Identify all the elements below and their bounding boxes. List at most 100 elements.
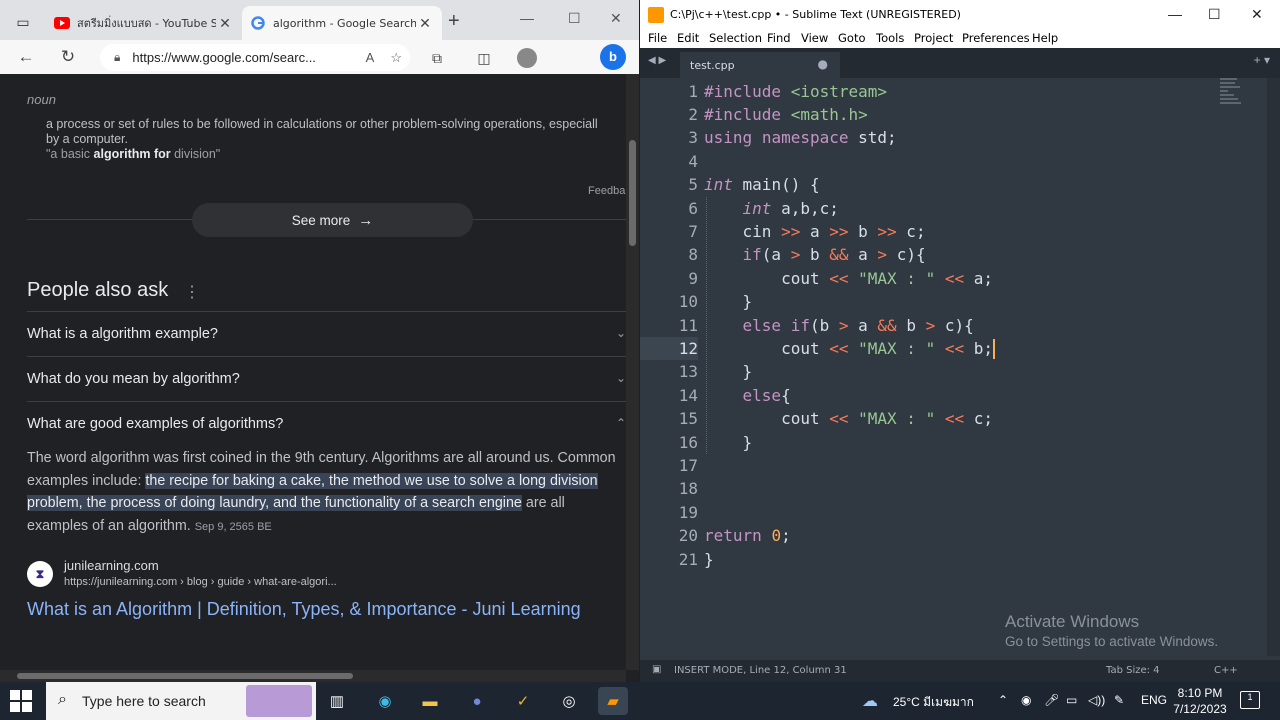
line-number: 21 xyxy=(678,549,698,569)
tab-google-search[interactable]: algorithm - Google Search ✕ xyxy=(242,6,442,40)
chevron-up-icon[interactable]: ⌃ xyxy=(998,693,1008,707)
code-line[interactable]: else{ xyxy=(704,384,791,407)
scrollbar-thumb[interactable] xyxy=(629,140,636,246)
profile-avatar[interactable] xyxy=(517,48,537,68)
spreadsheet-app-icon[interactable]: ✓ xyxy=(508,687,538,715)
code-line[interactable]: } xyxy=(704,548,714,571)
feedback-link[interactable]: Feedba xyxy=(588,185,625,197)
tab-youtube[interactable]: สตรีมมิ่งแบบสด - YouTube Stu ✕ xyxy=(46,6,242,40)
url-input[interactable]: 🔒︎ https://www.google.com/searc... A ☆ xyxy=(100,44,410,71)
read-aloud-icon[interactable]: A xyxy=(366,50,375,65)
line-number: 16 xyxy=(678,432,698,452)
code-line[interactable]: int a,b,c; xyxy=(704,197,839,220)
status-bar: ▣ INSERT MODE, Line 12, Column 31 Tab Si… xyxy=(640,660,1280,682)
code-line[interactable]: cout << "MAX : " << b; xyxy=(704,337,993,360)
code-line[interactable]: } xyxy=(704,360,753,383)
tab-test-cpp[interactable]: test.cpp ● xyxy=(680,52,840,78)
minimize-icon[interactable]: — xyxy=(520,10,534,26)
paa-question[interactable]: What is a algorithm example? ⌄ xyxy=(27,326,626,342)
camera-icon[interactable]: ◉ xyxy=(1021,693,1031,707)
windows-start-icon[interactable] xyxy=(10,690,32,712)
search-placeholder: Type here to search xyxy=(82,693,206,709)
minimap[interactable] xyxy=(1220,78,1248,118)
microphone-icon[interactable]: 🎤︎ xyxy=(1044,693,1059,707)
scrollbar-thumb[interactable] xyxy=(17,673,353,679)
code-line[interactable]: if(a > b && a > c){ xyxy=(704,243,926,266)
obs-icon[interactable]: ◎ xyxy=(554,687,584,715)
result-site-url[interactable]: https://junilearning.com › blog › guide … xyxy=(64,576,337,588)
maximize-icon[interactable]: ☐ xyxy=(568,10,581,27)
code-line[interactable]: } xyxy=(704,290,753,313)
split-screen-icon[interactable]: ◫ xyxy=(474,48,494,68)
code-editor[interactable]: Activate Windows Go to Settings to activ… xyxy=(640,78,1280,656)
activate-windows-title: Activate Windows xyxy=(1005,612,1140,631)
menu-find[interactable]: Find xyxy=(767,31,791,45)
clock[interactable]: 8:10 PM 7/12/2023 xyxy=(1170,685,1230,717)
file-explorer-icon[interactable]: ▬ xyxy=(415,687,445,715)
menu-edit[interactable]: Edit xyxy=(677,31,699,45)
page-scrollbar[interactable] xyxy=(626,74,639,670)
see-more-button[interactable]: See more → xyxy=(192,203,473,237)
new-tab-plus-icon[interactable]: + ▾ xyxy=(1254,53,1270,67)
close-tab-icon[interactable]: ✕ xyxy=(216,15,234,32)
more-options-icon[interactable]: ⋮ xyxy=(184,282,200,302)
menu-project[interactable]: Project xyxy=(914,31,953,45)
new-tab-button[interactable]: + xyxy=(448,11,460,31)
code-line[interactable]: int main() { xyxy=(704,173,820,196)
favorite-star-icon[interactable]: ☆ xyxy=(390,50,402,66)
syntax-label[interactable]: C++ xyxy=(1214,665,1238,676)
code-line[interactable]: else if(b > a && b > c){ xyxy=(704,314,974,337)
menu-tools[interactable]: Tools xyxy=(876,31,904,45)
pen-icon[interactable]: ✎ xyxy=(1114,693,1124,707)
close-window-icon[interactable]: ✕ xyxy=(1251,6,1263,23)
menu-file[interactable]: File xyxy=(648,31,667,45)
bing-chat-icon[interactable]: b xyxy=(600,44,626,70)
tab-nav-arrows-icon[interactable]: ◀ ▶ xyxy=(648,55,666,66)
edge-icon[interactable]: ◉ xyxy=(370,687,400,715)
taskbar-search[interactable]: ⌕ Type here to search xyxy=(46,682,316,720)
paa-question[interactable]: What do you mean by algorithm? ⌄ xyxy=(27,371,626,387)
line-number: 19 xyxy=(678,502,698,522)
minimize-icon[interactable]: — xyxy=(1168,6,1182,22)
language-indicator[interactable]: ENG xyxy=(1141,693,1167,707)
tab-size[interactable]: Tab Size: 4 xyxy=(1106,665,1160,676)
network-icon[interactable]: ▭ xyxy=(1066,693,1077,707)
menu-goto[interactable]: Goto xyxy=(838,31,866,45)
weather-text[interactable]: 25°C มีเมฆมาก xyxy=(893,693,974,712)
horizontal-scrollbar[interactable] xyxy=(0,670,626,682)
notifications-icon[interactable]: 1 xyxy=(1240,691,1260,709)
discord-icon[interactable]: ● xyxy=(462,687,492,715)
menu-selection[interactable]: Selection xyxy=(709,31,762,45)
extensions-icon[interactable]: ⧉ xyxy=(427,48,447,68)
unsaved-dot-icon[interactable]: ● xyxy=(818,57,828,71)
editor-scrollbar[interactable] xyxy=(1267,78,1280,656)
clock-date: 7/12/2023 xyxy=(1173,702,1227,716)
close-window-icon[interactable]: ✕ xyxy=(610,10,622,27)
close-tab-icon[interactable]: ✕ xyxy=(416,15,434,32)
sublime-taskbar-icon[interactable]: ▰ xyxy=(598,687,628,715)
tab-actions-icon[interactable]: ▭ xyxy=(8,10,38,34)
menu-view[interactable]: View xyxy=(801,31,828,45)
volume-icon[interactable]: ◁)) xyxy=(1088,693,1105,707)
code-line[interactable]: #include <math.h> xyxy=(704,103,868,126)
menu-preferences[interactable]: Preferences xyxy=(962,31,1030,45)
back-icon[interactable]: ← xyxy=(14,46,38,68)
code-line[interactable]: cout << "MAX : " << c; xyxy=(704,407,993,430)
refresh-icon[interactable]: ↻ xyxy=(56,46,80,68)
youtube-icon xyxy=(54,15,70,31)
maximize-icon[interactable]: ☐ xyxy=(1208,6,1221,23)
task-view-icon[interactable]: ▥ xyxy=(322,687,352,715)
code-line[interactable]: return 0; xyxy=(704,524,791,547)
weather-icon[interactable]: ☁ xyxy=(862,691,878,711)
definition-line: by a computer. xyxy=(46,132,128,146)
code-line[interactable]: #include <iostream> xyxy=(704,80,887,103)
code-line[interactable]: using namespace std; xyxy=(704,126,897,149)
lock-icon: 🔒︎ xyxy=(114,50,121,64)
code-line[interactable]: cin >> a >> b >> c; xyxy=(704,220,926,243)
code-line[interactable]: cout << "MAX : " << a; xyxy=(704,267,993,290)
panel-toggle-icon[interactable]: ▣ xyxy=(652,664,661,675)
menu-help[interactable]: Help xyxy=(1032,31,1058,45)
code-line[interactable]: } xyxy=(704,431,753,454)
paa-question-expanded[interactable]: What are good examples of algorithms? ⌃ xyxy=(27,416,626,432)
result-title-link[interactable]: What is an Algorithm | Definition, Types… xyxy=(27,597,587,621)
